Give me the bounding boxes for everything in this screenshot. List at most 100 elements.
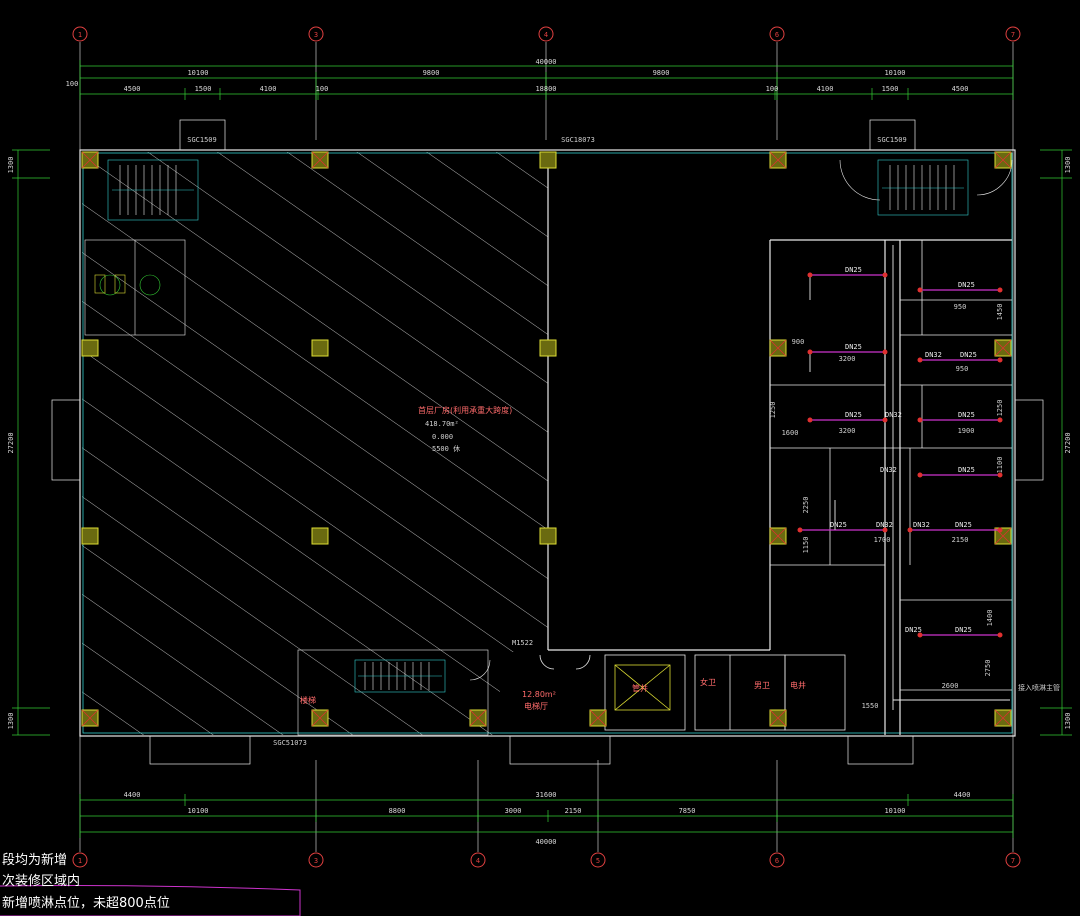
room-dim: 1400: [986, 610, 994, 627]
dim-text: 31600: [535, 791, 556, 799]
area-title: 首层厂房(利用承重大跨度): [418, 405, 512, 415]
dim-text: 1500: [195, 85, 212, 93]
dimension-lines-top: [79, 60, 1014, 100]
dim-text: 1300: [7, 713, 15, 730]
axis-labels-top: 1 3 4 6 7: [78, 31, 1015, 39]
room-dim: 3200: [839, 427, 856, 435]
pipe-label: DN32: [876, 521, 893, 529]
area-subtext: 5500 休: [432, 444, 460, 453]
dim-text: 27200: [1064, 432, 1072, 453]
lift-shafts: [539, 654, 846, 731]
pipe-label: DN25: [905, 626, 922, 634]
room-dim: 2750: [984, 660, 992, 677]
door-label: M1522: [512, 639, 533, 647]
pipe-label: DN32: [880, 466, 897, 474]
note-line: 次装修区域内: [2, 873, 80, 889]
area-elevation: 0.000: [432, 433, 453, 441]
pipe-label: DN25: [830, 521, 847, 529]
axis-label: 3: [314, 31, 318, 39]
room-dim: 1250: [996, 400, 1004, 417]
room-dim: 1450: [996, 304, 1004, 321]
pipe-label: DN32: [913, 521, 930, 529]
dimension-lines-bottom: [79, 794, 1014, 838]
room-dim: 1150: [802, 537, 810, 554]
elec-label: 电井: [790, 680, 806, 690]
room-dim: 2150: [952, 536, 969, 544]
dim-text: 4100: [817, 85, 834, 93]
pipe-label: DN25: [958, 466, 975, 474]
dim-text: 3000: [505, 807, 522, 815]
room-dim: 1550: [862, 702, 879, 710]
dim-text: 4100: [260, 85, 277, 93]
room-dim: 1900: [958, 427, 975, 435]
dim-text: 100: [316, 85, 329, 93]
dim-text: 10100: [187, 807, 208, 815]
room-partitions: [770, 240, 1012, 691]
stair-label: 楼梯: [300, 695, 316, 705]
pipe-labels: DN25 DN25 DN25 DN25 DN32 DN25 DN25 DN32 …: [830, 266, 977, 634]
window-label: SGC1509: [877, 136, 907, 144]
hatched-factory-area: [82, 152, 548, 735]
dim-text: 1500: [882, 85, 899, 93]
dim-text: 10100: [884, 807, 905, 815]
dim-text: 1300: [7, 157, 15, 174]
dim-text: 7850: [679, 807, 696, 815]
axis-label: 4: [476, 857, 480, 865]
pipe-label: DN25: [955, 521, 972, 529]
room-dim: 1100: [996, 457, 1004, 474]
dim-text: 9800: [653, 69, 670, 77]
axis-label: 1: [78, 31, 82, 39]
window-label: SGC51073: [273, 739, 307, 747]
axis-bubbles-bottom: [72, 852, 1021, 868]
lift-area: 12.80m²: [522, 690, 556, 699]
dim-text: 18800: [535, 85, 556, 93]
dim-text: 27200: [7, 432, 15, 453]
pipe-label: DN25: [845, 411, 862, 419]
pipe-label: DN25: [955, 626, 972, 634]
axis-label: 5: [596, 857, 600, 865]
stair-top-right: [839, 159, 1013, 216]
dim-text: 100: [66, 80, 79, 88]
pipe-main-label: 接入喷淋主管: [1018, 683, 1060, 692]
lift-room-label: 电梯厅: [524, 701, 548, 711]
window-label: SGC1509: [187, 136, 217, 144]
pipe-label: DN25: [958, 281, 975, 289]
pipe-label: DN25: [960, 351, 977, 359]
men-wc-label: 男卫: [754, 681, 770, 690]
pipe-label: DN32: [925, 351, 942, 359]
axis-label: 7: [1011, 857, 1015, 865]
dim-text: 40000: [535, 58, 556, 66]
dim-text: 9800: [423, 69, 440, 77]
axis-label: 4: [544, 31, 548, 39]
notes: 段均为新增 次装修区域内 新增喷淋点位，未超800点位: [0, 852, 301, 916]
room-dim: 2600: [942, 682, 959, 690]
dim-text: 10100: [187, 69, 208, 77]
window-label: SGC18073: [561, 136, 595, 144]
axis-label: 6: [775, 857, 779, 865]
dim-text: 4400: [954, 791, 971, 799]
axis-label: 6: [775, 31, 779, 39]
room-dim: 1700: [874, 536, 891, 544]
note-line: 段均为新增: [2, 852, 67, 868]
floor-plan: 1 3 4 6 7 1 3 4 5 6 7 40000 10100 9800 9…: [0, 26, 1072, 916]
room-dimensions: 950 950 1450 3200 3200 1600 1900 1250 12…: [769, 303, 1004, 710]
dim-text: 1300: [1064, 713, 1072, 730]
room-dim: 950: [956, 365, 969, 373]
axis-label: 7: [1011, 31, 1015, 39]
pipe-label: DN25: [958, 411, 975, 419]
axis-label: 3: [314, 857, 318, 865]
pipe-label: DN25: [845, 343, 862, 351]
room-dim: 1600: [782, 429, 799, 437]
dimension-text-top: 40000 10100 9800 9800 10100 4500 1500 41…: [66, 58, 969, 93]
room-dim: 1250: [769, 402, 777, 419]
room-dim: 900: [792, 338, 805, 346]
dimension-text-bottom: 4400 31600 4400 10100 8800 3000 2150 785…: [124, 791, 971, 846]
axis-labels-bottom: 1 3 4 5 6 7: [78, 857, 1015, 865]
pipe-label: DN25: [845, 266, 862, 274]
room-dim: 950: [954, 303, 967, 311]
dim-text: 4500: [952, 85, 969, 93]
dim-text: 40000: [535, 838, 556, 846]
axis-label: 1: [78, 857, 82, 865]
dim-text: 8800: [389, 807, 406, 815]
dim-text: 2150: [565, 807, 582, 815]
